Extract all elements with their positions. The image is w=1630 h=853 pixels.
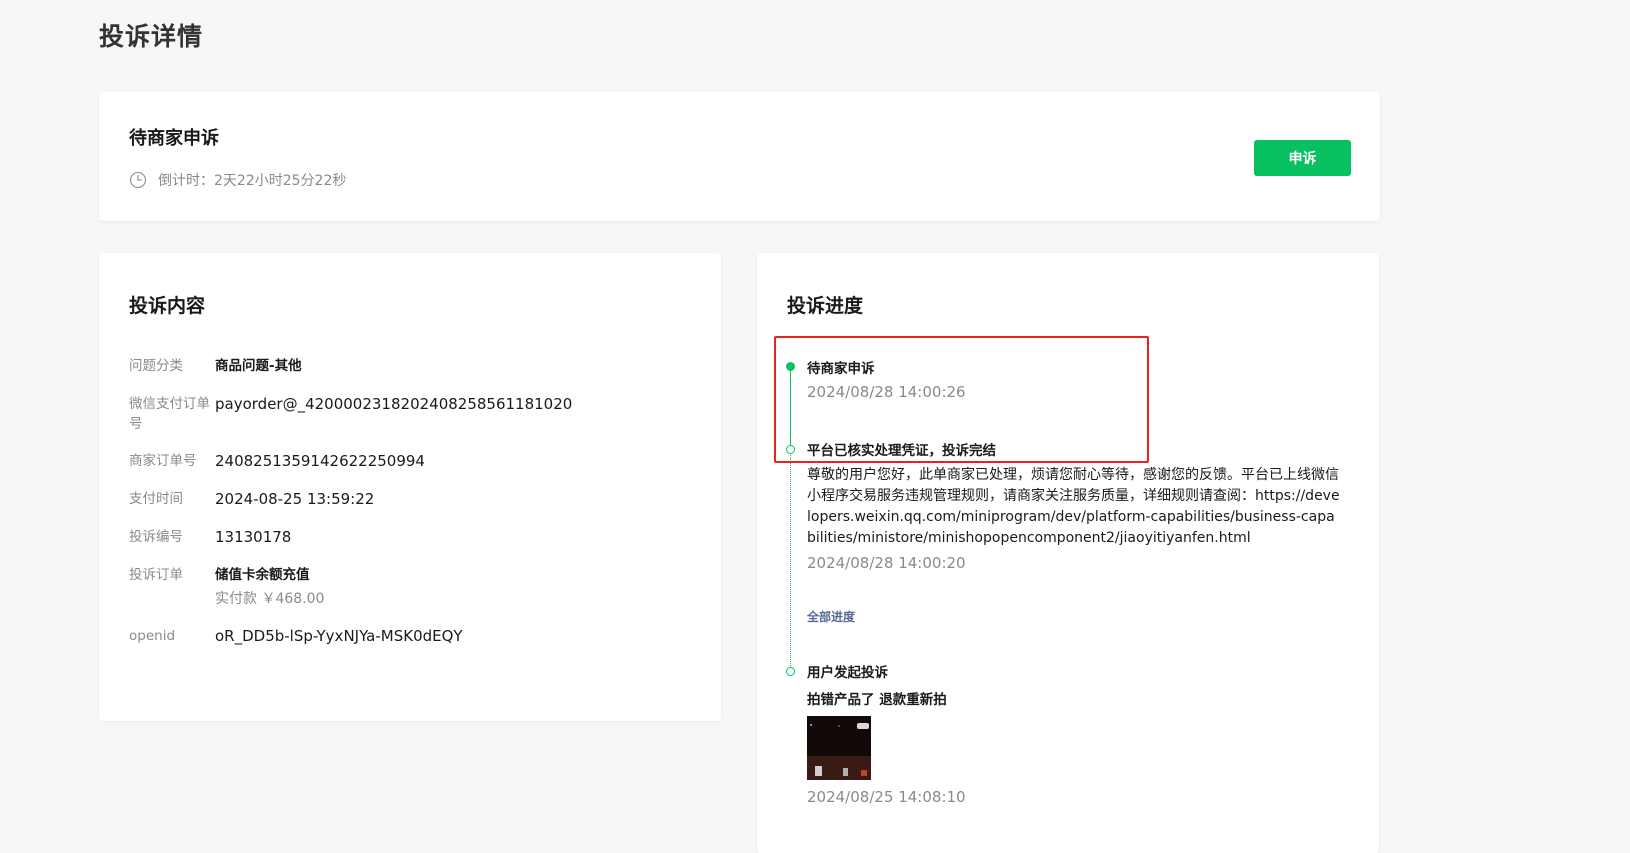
evidence-thumbnail[interactable]	[807, 716, 871, 780]
info-value: 商品问题-其他	[215, 358, 302, 374]
timeline-event-title: 用户发起投诉	[807, 665, 888, 681]
complaint-progress-card: 投诉进度 待商家申诉 2024/08/28 14:00:26 平台已核实处理凭证…	[757, 253, 1379, 853]
info-label: 投诉编号	[129, 529, 183, 545]
info-row-complaint-order: 投诉订单 储值卡余额充值 实付款 ￥468.00	[129, 565, 689, 609]
info-value-group: 储值卡余额充值 实付款 ￥468.00	[215, 565, 324, 609]
info-value: 2024-08-25 13:59:22	[215, 490, 375, 508]
timeline-event-time: 2024/08/28 14:00:26	[807, 383, 966, 401]
info-value: 储值卡余额充值	[215, 567, 310, 583]
status-card: 待商家申诉 倒计时： 2天22小时25分22秒 申诉	[99, 92, 1380, 221]
countdown-label: 倒计时：	[158, 173, 214, 189]
complaint-content-card: 投诉内容 问题分类 商品问题-其他 微信支付订单号 payorder@_4200…	[99, 253, 721, 721]
status-title: 待商家申诉	[129, 128, 219, 149]
timeline-line-dotted	[790, 449, 791, 672]
appeal-button[interactable]: 申诉	[1254, 140, 1351, 176]
info-label: openid	[129, 628, 176, 644]
info-row-merchant-order: 商家订单号 2408251359142622250994	[129, 451, 689, 472]
timeline-dot	[786, 362, 795, 371]
timeline-event-title: 待商家申诉	[807, 361, 875, 377]
timeline-event-time: 2024/08/28 14:00:20	[807, 554, 966, 572]
all-progress-link[interactable]: 全部进度	[807, 608, 855, 625]
info-label: 问题分类	[129, 358, 183, 374]
complaint-content-heading: 投诉内容	[129, 295, 206, 317]
timeline-dot	[786, 667, 795, 676]
timeline-event-desc: 拍错产品了 退款重新拍	[807, 692, 947, 708]
countdown-value: 2天22小时25分22秒	[214, 173, 347, 189]
info-label: 商家订单号	[129, 453, 197, 469]
paid-amount: 实付款 ￥468.00	[215, 591, 325, 607]
complaint-info-list: 问题分类 商品问题-其他 微信支付订单号 payorder@_420000231…	[129, 356, 689, 664]
timeline-line	[790, 366, 791, 449]
info-value[interactable]: 13130178	[215, 527, 291, 548]
info-label: 支付时间	[129, 491, 183, 507]
info-row-pay-time: 支付时间 2024-08-25 13:59:22	[129, 489, 689, 510]
info-value[interactable]: oR_DD5b-lSp-YyxNJYa-MSK0dEQY	[215, 626, 463, 647]
info-row-openid: openid oR_DD5b-lSp-YyxNJYa-MSK0dEQY	[129, 626, 689, 647]
info-label: 投诉订单	[129, 567, 183, 583]
progress-timeline: 待商家申诉 2024/08/28 14:00:26 平台已核实处理凭证，投诉完结…	[786, 253, 1347, 853]
page-title: 投诉详情	[99, 22, 204, 51]
info-value[interactable]: 2408251359142622250994	[215, 451, 425, 472]
info-value[interactable]: payorder@_4200002318202408258561181020	[215, 394, 572, 415]
info-row-wechat-pay-order: 微信支付订单号 payorder@_4200002318202408258561…	[129, 394, 689, 434]
info-label: 微信支付订单号	[129, 396, 210, 432]
timeline-dot	[786, 445, 795, 454]
clock-icon	[129, 171, 147, 189]
timeline-event-desc: 尊敬的用户您好，此单商家已处理，烦请您耐心等待，感谢您的反馈。平台已上线微信小程…	[807, 467, 1340, 546]
timeline-event-title: 平台已核实处理凭证，投诉完结	[807, 443, 996, 459]
countdown: 倒计时： 2天22小时25分22秒	[129, 170, 346, 190]
info-row-category: 问题分类 商品问题-其他	[129, 356, 689, 377]
info-row-complaint-id: 投诉编号 13130178	[129, 527, 689, 548]
timeline-event-time: 2024/08/25 14:08:10	[807, 788, 966, 806]
